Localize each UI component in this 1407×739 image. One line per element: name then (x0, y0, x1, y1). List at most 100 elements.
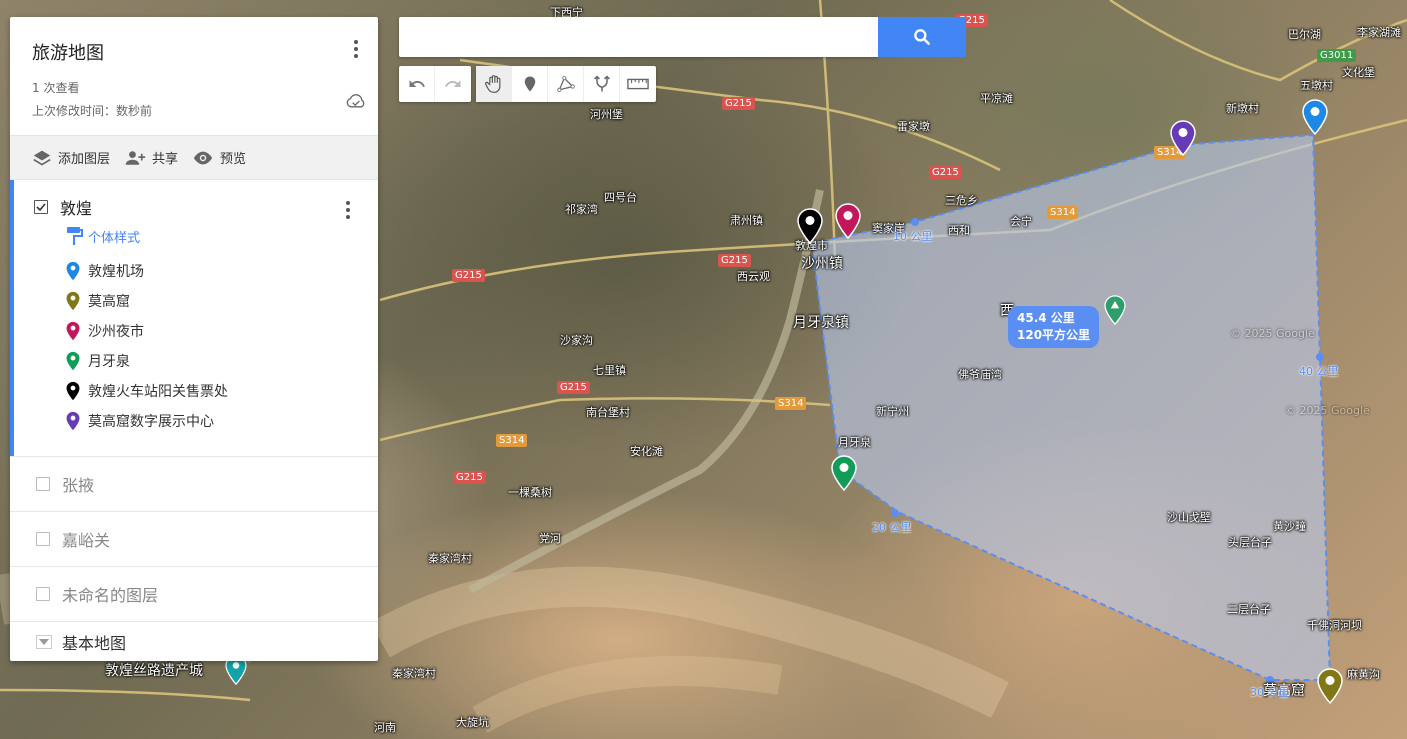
add-layer-button[interactable]: 添加图层 (32, 148, 110, 167)
measurement-result: 45.4 公里 120平方公里 (1008, 306, 1100, 348)
place-item-label: 莫高窟数字展示中心 (88, 414, 214, 430)
map-title[interactable]: 旅游地图 (32, 39, 378, 65)
search-icon (914, 29, 930, 45)
distance-tick: 10 公里 (893, 230, 933, 243)
layer-checkbox[interactable] (36, 477, 50, 491)
place-label: 月牙泉镇 (793, 315, 849, 331)
last-modified: 上次修改时间：数秒前 (32, 104, 153, 118)
place-label: 五墩村 (1300, 79, 1333, 92)
place-label: 党河 (539, 532, 561, 545)
place-label: 雷家墩 (897, 120, 930, 133)
highway-shield: G215 (722, 97, 755, 110)
place-item-label: 莫高窟 (88, 294, 130, 310)
place-label: 麻黄沟 (1347, 668, 1380, 681)
place-item-airport[interactable]: 敦煌机场 (66, 256, 378, 286)
distance-tick: 20 公里 (872, 521, 912, 534)
undo-button[interactable] (399, 66, 435, 102)
place-item-crescent-spring[interactable]: 月牙泉 (66, 346, 378, 376)
marker-crescent-spring-pin-icon[interactable] (831, 455, 857, 491)
place-label: 佛爷庙湾 (958, 368, 1002, 381)
google-watermark: © 2025 Google (1285, 404, 1370, 417)
view-count: 1 次查看 (32, 81, 80, 95)
marker-airport-pin-icon[interactable] (1302, 99, 1328, 135)
pin-icon (66, 411, 80, 431)
map-panel: 旅游地图 1 次查看 上次修改时间：数秒前 添加图层 共享 预览 敦煌 个体样式… (10, 17, 378, 661)
layer-dunhuang: 敦煌 个体样式 敦煌机场 莫高窟 沙州夜市 月牙泉 敦煌火车站阳关售票处 莫高窟… (10, 180, 378, 456)
marker-night-market-pin-icon[interactable] (835, 203, 861, 239)
place-label: 四号台 (604, 191, 637, 204)
highway-shield: G215 (718, 254, 751, 267)
layer-checkbox[interactable] (36, 532, 50, 546)
highway-shield: G215 (453, 471, 486, 484)
hand-tool-button[interactable] (476, 66, 512, 102)
place-label: 秦家湾村 (392, 667, 436, 680)
place-label: 平凉滩 (980, 92, 1013, 105)
layer-checkbox[interactable] (36, 587, 50, 601)
place-label: 巴尔湖 (1288, 28, 1321, 41)
highway-shield: G3011 (1317, 49, 1357, 62)
place-label: 三危乡 (945, 194, 978, 207)
place-label: 月牙泉 (838, 436, 871, 449)
place-item-night-market[interactable]: 沙州夜市 (66, 316, 378, 346)
preview-button[interactable]: 预览 (192, 148, 246, 167)
layer-checkbox[interactable] (34, 200, 48, 214)
directions-button[interactable] (584, 66, 620, 102)
place-label: 一棵桑树 (508, 486, 552, 499)
paint-roller-icon (67, 227, 83, 245)
pin-icon (66, 261, 80, 281)
place-item-train-station[interactable]: 敦煌火车站阳关售票处 (66, 376, 378, 406)
place-label: 文化堡 (1342, 66, 1375, 79)
place-label: 西和 (948, 224, 970, 237)
place-label: 沙家沟 (560, 334, 593, 347)
place-item-mogao[interactable]: 莫高窟 (66, 286, 378, 316)
highway-shield: S314 (496, 434, 528, 447)
check-icon (36, 203, 46, 212)
hand-icon (484, 75, 500, 93)
basemap-toggle[interactable]: 基本地图 (10, 621, 378, 661)
pin-icon (66, 321, 80, 341)
layer-name[interactable]: 未命名的图层 (62, 582, 158, 606)
marker-train-station-pin-icon[interactable] (797, 208, 823, 244)
place-label: 沙州镇 (801, 256, 843, 272)
more-vert-icon[interactable] (340, 198, 356, 222)
pin-icon (66, 381, 80, 401)
basemap-expand[interactable] (36, 634, 52, 649)
drawing-toolbar (476, 66, 656, 102)
panel-header: 旅游地图 1 次查看 上次修改时间：数秒前 (10, 17, 378, 135)
poi-park-pin-icon[interactable] (1104, 295, 1126, 325)
search-button[interactable] (878, 17, 966, 57)
directions-icon (593, 75, 610, 92)
cloud-saved-icon (346, 94, 365, 108)
place-label: 祁家湾 (565, 203, 598, 216)
highway-shield: S314 (1047, 206, 1079, 219)
marker-icon (524, 76, 535, 92)
place-label: 敦煌丝路遗产城 (105, 663, 203, 679)
panel-actions: 添加图层 共享 预览 (10, 135, 378, 180)
layer-name[interactable]: 张掖 (62, 472, 94, 496)
more-vert-icon[interactable] (348, 37, 364, 61)
place-label: 南台堡村 (586, 406, 630, 419)
eye-icon (193, 151, 213, 164)
layer-name[interactable]: 敦煌 (60, 195, 92, 219)
add-marker-button[interactable] (512, 66, 548, 102)
place-label: 安化滩 (630, 445, 663, 458)
place-label: 黄沙疃 (1273, 520, 1306, 533)
draw-line-button[interactable] (548, 66, 584, 102)
individual-style-label: 个体样式 (88, 230, 141, 246)
search-input[interactable] (399, 17, 878, 57)
redo-button[interactable] (435, 66, 471, 102)
layer-name[interactable]: 嘉峪关 (62, 527, 110, 551)
share-button[interactable]: 共享 (124, 148, 178, 167)
marker-mogao-pin-icon[interactable] (1317, 668, 1343, 704)
place-label: 新宁州 (876, 405, 909, 418)
place-item-label: 月牙泉 (88, 354, 130, 370)
layer-jiayuguan: 嘉峪关 (10, 511, 378, 566)
marker-digital-center-pin-icon[interactable] (1170, 120, 1196, 156)
place-item-digital-center[interactable]: 莫高窟数字展示中心 (66, 406, 378, 436)
measure-button[interactable] (620, 66, 656, 102)
history-toolbar (399, 66, 471, 102)
layer-zhangye: 张掖 (10, 456, 378, 511)
individual-style-link[interactable]: 个体样式 (66, 226, 378, 246)
line-icon (556, 76, 575, 92)
distance-tick: 30 公里 (1250, 686, 1290, 699)
